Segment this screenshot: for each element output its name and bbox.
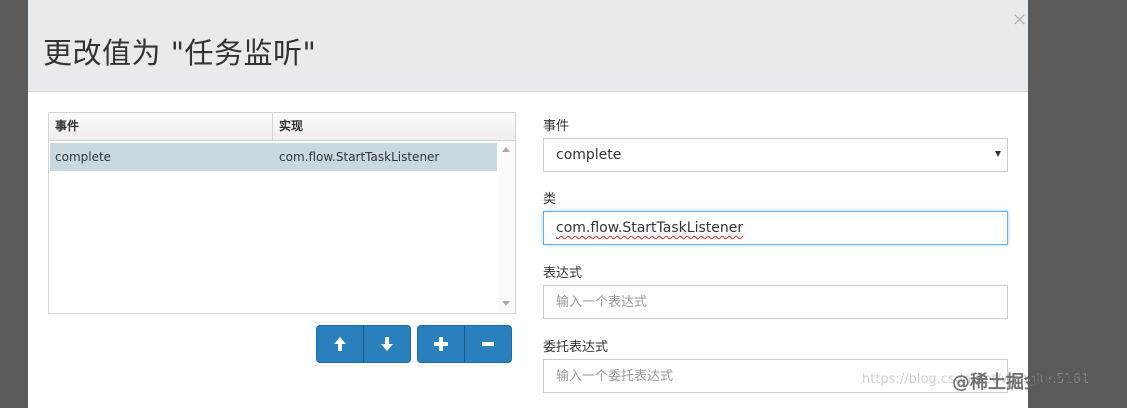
scroll-down-icon[interactable] [502,301,510,306]
class-input[interactable]: com.flow.StartTaskListener [543,211,1008,245]
dialog-header: 更改值为 "任务监听" × [28,0,1028,92]
watermark-site: @稀土掘金技术社区 [952,372,1114,393]
cell-implementation: com.flow.StartTaskListener [279,150,440,164]
add-icon [434,337,448,351]
expression-placeholder: 输入一个表达式 [556,295,648,310]
column-header-implementation[interactable]: 实现 [273,113,499,140]
move-button-group [316,325,411,363]
delegate-expression-label: 委托表达式 [543,340,609,355]
delegate-expression-placeholder: 输入一个委托表达式 [556,369,674,384]
grid-scrollbar[interactable] [499,141,514,312]
edit-button-group [417,325,512,363]
close-icon[interactable]: × [1012,10,1027,30]
event-label: 事件 [543,119,570,134]
dialog: 更改值为 "任务监听" × 事件 实现 complete com.flow.St… [28,0,1028,408]
scroll-up-icon[interactable] [502,147,510,152]
remove-button[interactable] [465,326,511,362]
table-row[interactable]: complete com.flow.StartTaskListener [50,143,497,171]
grid-header: 事件 实现 [49,113,515,141]
class-label: 类 [543,192,557,207]
expression-label: 表达式 [543,266,583,281]
move-down-icon [381,337,393,351]
remove-icon [482,342,494,346]
column-header-event[interactable]: 事件 [49,113,273,140]
move-down-button[interactable] [364,326,410,362]
cell-event: complete [55,150,112,164]
move-up-icon [334,337,346,351]
listener-grid: 事件 实现 complete com.flow.StartTaskListene… [48,112,516,314]
event-select-value: complete [556,147,622,163]
class-input-value: com.flow.StartTaskListener [556,220,744,236]
add-button[interactable] [418,326,464,362]
dialog-title: 更改值为 "任务监听" [43,36,317,70]
expression-input[interactable]: 输入一个表达式 [543,285,1008,319]
move-up-button[interactable] [317,326,363,362]
event-select[interactable]: complete [543,138,1008,172]
chevron-down-icon [995,151,1001,157]
